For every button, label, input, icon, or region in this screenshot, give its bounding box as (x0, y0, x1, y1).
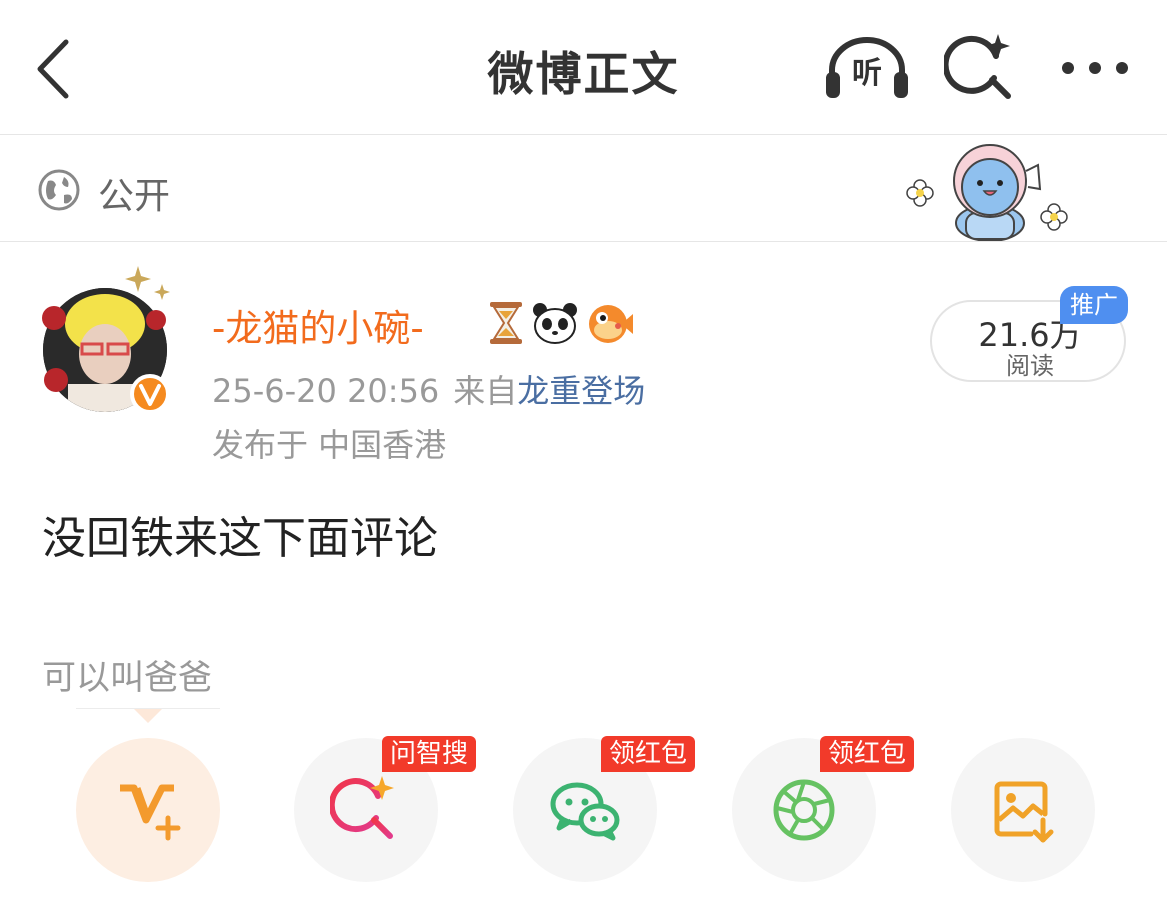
visibility-bar: 公开 (0, 135, 1167, 242)
wechat-icon (550, 782, 620, 841)
reads-label: 阅读 (1006, 352, 1054, 380)
post-meta: 25-6-20 20:56 来自龙重登场 (212, 366, 645, 412)
save-image-button[interactable] (951, 738, 1095, 882)
listen-label: 听 (852, 56, 882, 91)
hint-caret (134, 709, 162, 723)
top-nav-bar: 微博正文 听 (0, 0, 1167, 135)
mascot-sticker-icon (906, 144, 1068, 241)
comment-hint: 可以叫爸爸 (42, 658, 212, 698)
save-image-icon (994, 781, 1054, 843)
promo-tag: 推广 (1060, 286, 1128, 324)
post-location: 发布于 中国香港 (212, 426, 447, 464)
sparkle-search-icon (942, 34, 1011, 99)
username[interactable]: -龙猫的小碗- (212, 298, 424, 352)
hourglass-icon (490, 302, 522, 344)
v-plus-icon (120, 784, 181, 841)
user-badges (486, 300, 634, 346)
avatar[interactable] (38, 262, 178, 417)
source-client-link[interactable]: 龙重登场 (517, 372, 645, 410)
share-badge: 领红包 (601, 736, 696, 772)
source-prefix: 来自 (453, 372, 518, 410)
ai-search-button[interactable] (942, 32, 1016, 104)
post-timestamp: 25-6-20 20:56 (212, 372, 440, 410)
globe-icon (38, 169, 80, 211)
more-dots-icon (1062, 62, 1128, 74)
ai-search-icon (330, 776, 394, 839)
more-button[interactable] (1058, 48, 1132, 88)
v-plus-share-button[interactable] (76, 738, 220, 882)
share-badge: 问智搜 (382, 736, 477, 772)
moments-icon (773, 779, 835, 841)
share-badge: 领红包 (820, 736, 915, 772)
panda-icon (533, 303, 578, 344)
avatar-image (42, 266, 170, 414)
visibility-label: 公开 (98, 176, 171, 217)
post-text: 没回铁来这下面评论 (42, 513, 438, 564)
pufferfish-icon (589, 305, 634, 343)
listen-button[interactable]: 听 (824, 34, 910, 100)
